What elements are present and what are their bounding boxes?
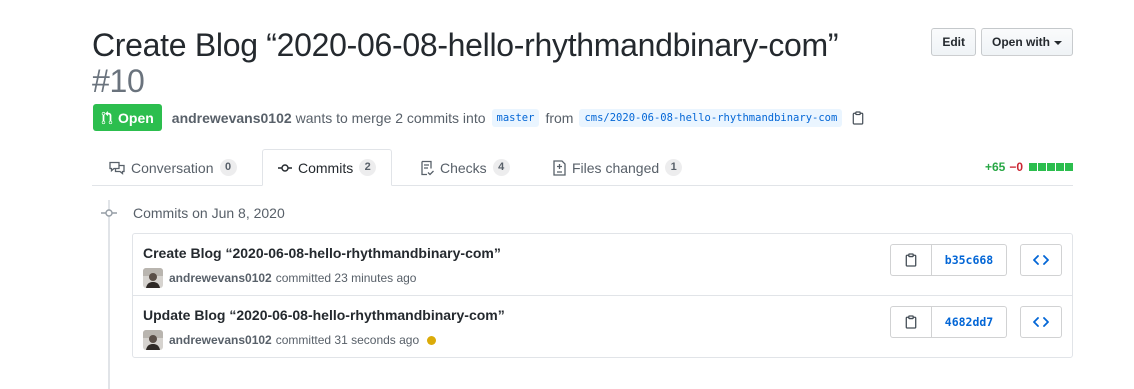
git-pull-request-icon: [101, 110, 113, 124]
browse-repo-button[interactable]: [1020, 306, 1062, 338]
diffstat-block: [1065, 163, 1073, 171]
clipboard-icon: [905, 253, 917, 267]
code-icon: [1033, 255, 1049, 265]
state-badge: Open: [93, 104, 162, 131]
head-branch[interactable]: cms/2020-06-08-hello-rhythmandbinary-com: [579, 108, 843, 127]
commit-list: Create Blog “2020-06-08-hello-rhythmandb…: [132, 233, 1073, 358]
pr-number: #10: [92, 63, 145, 99]
sha-group: 4682dd7: [890, 306, 1007, 338]
clipboard-icon: [905, 315, 917, 329]
tab-conversation[interactable]: Conversation 0: [94, 149, 252, 186]
file-diff-icon: [553, 159, 566, 176]
pr-title: Create Blog “2020-06-08-hello-rhythmandb…: [92, 27, 902, 99]
pr-author-link[interactable]: andrewevans0102: [172, 110, 292, 126]
tab-counter: 1: [665, 159, 683, 176]
open-with-label: Open with: [992, 35, 1050, 49]
pr-meta: Open andrewevans0102 wants to merge 2 co…: [93, 104, 864, 131]
tab-label: Commits: [298, 159, 354, 176]
tab-checks[interactable]: Checks 4: [405, 149, 525, 186]
commit-title-link[interactable]: Update Blog “2020-06-08-hello-rhythmandb…: [143, 307, 505, 323]
avatar[interactable]: [143, 268, 163, 288]
open-with-button[interactable]: Open with: [981, 28, 1073, 56]
tab-counter: 4: [492, 159, 510, 176]
tab-counter: 2: [359, 159, 377, 176]
comment-discussion-icon: [109, 161, 125, 175]
diffstat-block: [1056, 163, 1064, 171]
pr-title-block: Create Blog “2020-06-08-hello-rhythmandb…: [92, 27, 902, 99]
copy-sha-button[interactable]: [890, 244, 931, 276]
diffstat-deletions: −0: [1009, 160, 1023, 174]
diffstat-blocks: [1029, 163, 1073, 171]
commit-sha-link[interactable]: 4682dd7: [931, 306, 1007, 338]
pr-tabs: Conversation 0 Commits 2 Checks 4 Files …: [92, 149, 1073, 186]
diffstat-block: [1047, 163, 1055, 171]
tab-counter: 0: [219, 159, 237, 176]
commit-time: committed 31 seconds ago: [275, 333, 420, 347]
state-label: Open: [118, 109, 154, 126]
sha-group: b35c668: [890, 244, 1007, 276]
commit-title-link[interactable]: Create Blog “2020-06-08-hello-rhythmandb…: [143, 245, 501, 261]
commit-author-link[interactable]: andrewevans0102: [169, 271, 272, 285]
commit-row: Update Blog “2020-06-08-hello-rhythmandb…: [133, 296, 1072, 357]
commit-meta: andrewevans0102 committed 23 minutes ago: [143, 268, 416, 288]
commit-group-heading: Commits on Jun 8, 2020: [133, 205, 285, 221]
browse-repo-button[interactable]: [1020, 244, 1062, 276]
timeline-line: [108, 200, 110, 389]
commit-time: committed 23 minutes ago: [275, 271, 417, 285]
diffstat-block: [1038, 163, 1046, 171]
tab-label: Conversation: [131, 159, 214, 176]
tab-files-changed[interactable]: Files changed 1: [538, 149, 697, 186]
tab-label: Checks: [440, 159, 487, 176]
git-commit-icon: [278, 163, 292, 172]
copy-sha-button[interactable]: [890, 306, 931, 338]
avatar[interactable]: [143, 330, 163, 350]
caret-down-icon: [1054, 40, 1062, 45]
merge-text: wants to merge 2 commits into: [295, 109, 486, 126]
commit-meta: andrewevans0102 committed 31 seconds ago: [143, 330, 437, 350]
diffstat-additions: +65: [984, 160, 1006, 174]
diffstat: +65 −0: [985, 160, 1073, 174]
header-actions: Edit Open with: [931, 28, 1073, 56]
git-commit-icon: [101, 209, 117, 217]
edit-button[interactable]: Edit: [931, 28, 976, 56]
checklist-icon: [421, 160, 434, 175]
code-icon: [1033, 317, 1049, 327]
tab-commits[interactable]: Commits 2: [262, 149, 393, 186]
commit-sha-link[interactable]: b35c668: [931, 244, 1007, 276]
tab-label: Files changed: [572, 159, 660, 176]
base-branch[interactable]: master: [491, 108, 540, 127]
pending-status-icon[interactable]: [427, 335, 437, 345]
diffstat-block: [1029, 163, 1037, 171]
commit-row: Create Blog “2020-06-08-hello-rhythmandb…: [133, 234, 1072, 296]
pr-title-text: Create Blog “2020-06-08-hello-rhythmandb…: [92, 27, 839, 63]
from-text: from: [545, 109, 574, 126]
commit-author-link[interactable]: andrewevans0102: [169, 333, 272, 347]
clipboard-icon[interactable]: [852, 110, 864, 125]
